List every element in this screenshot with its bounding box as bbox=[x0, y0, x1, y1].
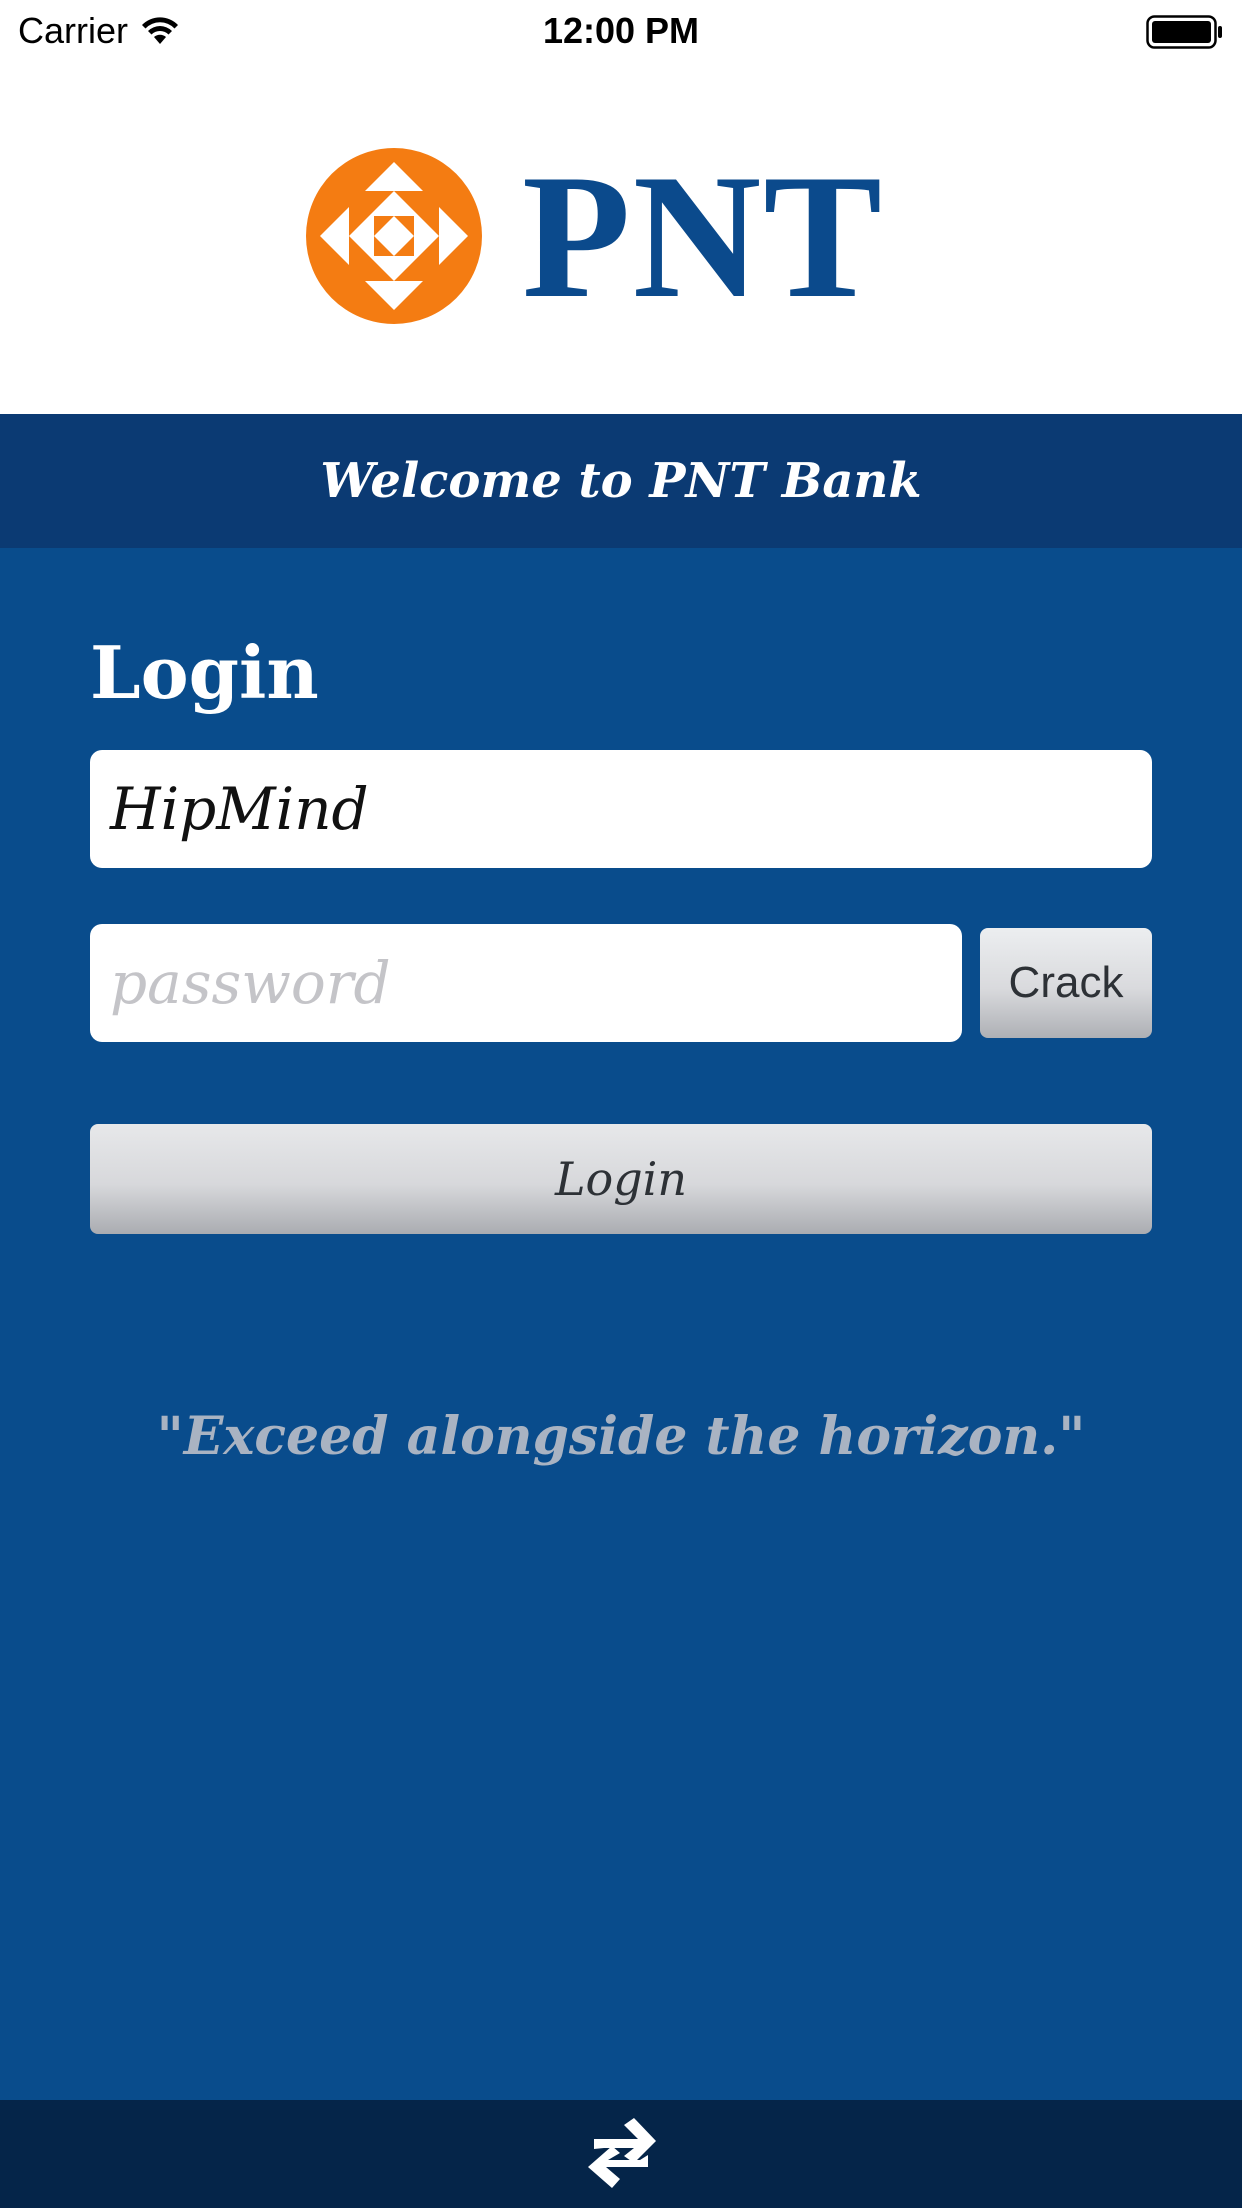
battery-icon bbox=[1146, 15, 1224, 49]
username-input[interactable]: HipMind bbox=[90, 750, 1152, 868]
login-panel: Login HipMind password Crack Login "Exce… bbox=[0, 548, 1242, 2100]
password-input[interactable]: password bbox=[90, 924, 962, 1042]
status-bar: Carrier 12:00 PM bbox=[0, 0, 1242, 62]
bottom-bar bbox=[0, 2100, 1242, 2208]
pnt-logo-icon bbox=[306, 148, 482, 324]
password-placeholder: password bbox=[110, 949, 391, 1017]
logo-wordmark: PNT bbox=[522, 137, 884, 335]
transfer-icon[interactable] bbox=[584, 2115, 658, 2193]
crack-button[interactable]: Crack bbox=[980, 928, 1152, 1038]
logo-header: PNT bbox=[0, 62, 1242, 414]
tagline: "Exceed alongside the horizon." bbox=[156, 1406, 1086, 1467]
app-screen: Carrier 12:00 PM PNT Welcome to PNT Bank… bbox=[0, 0, 1242, 2208]
clock: 12:00 PM bbox=[542, 10, 700, 51]
login-heading: Login bbox=[90, 630, 319, 715]
login-button[interactable]: Login bbox=[90, 1124, 1152, 1234]
welcome-banner: Welcome to PNT Bank bbox=[0, 414, 1242, 548]
username-value: HipMind bbox=[110, 775, 369, 843]
welcome-text: Welcome to PNT Bank bbox=[320, 453, 922, 509]
